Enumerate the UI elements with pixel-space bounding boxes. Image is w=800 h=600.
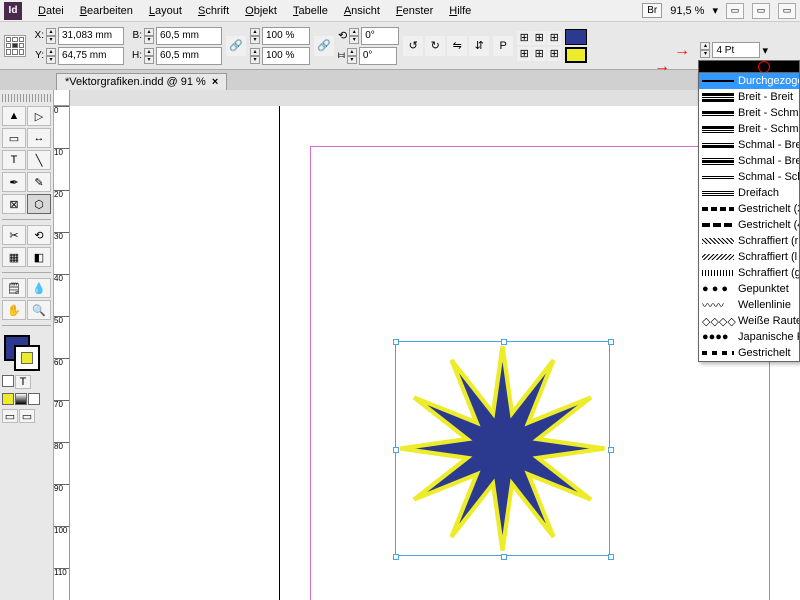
- stroke-style-option[interactable]: ◇◇◇◇Weiße Raute: [699, 313, 799, 329]
- tools-panel: ▲▷ ▭↔ T╲ ✒✎ ⊠⬡ ✂⟲ ▦◧ 🗒💧 ✋🔍 T ▭▭: [0, 90, 54, 600]
- stroke-style-option[interactable]: Schmal - Bre: [699, 153, 799, 169]
- select-container-icon[interactable]: P: [493, 36, 513, 56]
- selection-handle[interactable]: [393, 339, 399, 345]
- preview-icon[interactable]: ▭: [19, 409, 35, 423]
- stroke-style-option[interactable]: Schraffiert (g: [699, 265, 799, 281]
- gradient-swatch-tool[interactable]: ▦: [2, 247, 26, 267]
- selection-tool[interactable]: ▲: [2, 106, 26, 126]
- screen-mode-icon[interactable]: ▭: [752, 3, 770, 19]
- selection-handle[interactable]: [393, 554, 399, 560]
- menu-objekt[interactable]: Objekt: [237, 2, 285, 20]
- menu-datei[interactable]: Datei: [30, 2, 72, 20]
- eyedropper-tool[interactable]: 💧: [27, 278, 51, 298]
- ruler-origin[interactable]: [54, 90, 70, 106]
- normal-view-icon[interactable]: ▭: [2, 409, 18, 423]
- stroke-weight-input[interactable]: [712, 42, 760, 58]
- rotate-cw-icon[interactable]: ↻: [425, 36, 445, 56]
- selection-handle[interactable]: [608, 447, 614, 453]
- flip-v-icon[interactable]: ⇵: [469, 36, 489, 56]
- note-tool[interactable]: 🗒: [2, 278, 26, 298]
- tab-title: *Vektorgrafiken.indd @ 91 %: [65, 76, 206, 88]
- selection-handle[interactable]: [501, 339, 507, 345]
- color-swatches[interactable]: [2, 335, 51, 371]
- page-tool[interactable]: ▭: [2, 128, 26, 148]
- stroke-style-option[interactable]: Breit - Schm: [699, 121, 799, 137]
- scale-x-input[interactable]: [262, 27, 310, 45]
- selection-handle[interactable]: [393, 447, 399, 453]
- gradient-feather-tool[interactable]: ◧: [27, 247, 51, 267]
- menu-schrift[interactable]: Schrift: [190, 2, 237, 20]
- stroke-style-option[interactable]: Gestrichelt (3: [699, 201, 799, 217]
- selection-handle[interactable]: [608, 339, 614, 345]
- rotate-input[interactable]: [361, 27, 399, 45]
- fill-swatch[interactable]: [565, 29, 587, 45]
- pen-tool[interactable]: ✒: [2, 172, 26, 192]
- y-input[interactable]: [58, 47, 124, 65]
- selection-handle[interactable]: [608, 554, 614, 560]
- stroke-style-option[interactable]: Dreifach: [699, 185, 799, 201]
- frame-tool[interactable]: ⊠: [2, 194, 26, 214]
- menu-bar: Id DateiBearbeitenLayoutSchriftObjektTab…: [0, 0, 800, 22]
- arrange-icon[interactable]: ▭: [778, 3, 796, 19]
- menu-ansicht[interactable]: Ansicht: [336, 2, 388, 20]
- align-icon[interactable]: ⊞: [517, 31, 531, 45]
- menu-fenster[interactable]: Fenster: [388, 2, 441, 20]
- dropdown-icon[interactable]: ▾: [762, 44, 768, 57]
- stroke-swatch[interactable]: [565, 47, 587, 63]
- stroke-style-option[interactable]: ● ● ●Gepunktet: [699, 281, 799, 297]
- gap-tool[interactable]: ↔: [27, 128, 51, 148]
- height-input[interactable]: [156, 47, 222, 65]
- type-tool[interactable]: T: [2, 150, 26, 170]
- width-input[interactable]: [156, 27, 222, 45]
- scale-y-input[interactable]: [262, 47, 310, 65]
- close-tab-icon[interactable]: ×: [212, 76, 218, 88]
- rotate-ccw-icon[interactable]: ↺: [403, 36, 423, 56]
- vertical-ruler[interactable]: 0102030405060708090100110120: [54, 106, 70, 600]
- annotation-arrow: →: [674, 42, 690, 60]
- document-tabs: *Vektorgrafiken.indd @ 91 % ×: [0, 70, 800, 90]
- menu-bearbeiten[interactable]: Bearbeiten: [72, 2, 141, 20]
- line-tool[interactable]: ╲: [27, 150, 51, 170]
- menu-hilfe[interactable]: Hilfe: [441, 2, 479, 20]
- annotation-arrow: →: [654, 58, 670, 76]
- dropdown-icon[interactable]: ▾: [712, 4, 718, 17]
- stroke-style-option[interactable]: Schraffiert (r: [699, 233, 799, 249]
- zoom-level[interactable]: 91,5 %: [670, 5, 704, 17]
- stroke-style-option[interactable]: Durchgezoge: [699, 73, 799, 89]
- stroke-style-option[interactable]: 〰〰Wellenlinie: [699, 297, 799, 313]
- constrain-scale-icon[interactable]: 🔗: [314, 36, 334, 56]
- stroke-style-option[interactable]: Gestrichelt: [699, 345, 799, 361]
- bridge-button[interactable]: Br: [642, 3, 662, 18]
- app-logo: Id: [4, 2, 22, 20]
- zoom-tool[interactable]: 🔍: [27, 300, 51, 320]
- stroke-style-option[interactable]: Breit - Breit: [699, 89, 799, 105]
- transform-tool[interactable]: ⟲: [27, 225, 51, 245]
- stroke-style-dropdown[interactable]: DurchgezogeBreit - BreitBreit - SchmBrei…: [698, 72, 800, 362]
- document-tab[interactable]: *Vektorgrafiken.indd @ 91 % ×: [56, 73, 227, 90]
- hand-tool[interactable]: ✋: [2, 300, 26, 320]
- stroke-style-option[interactable]: Breit - Schm: [699, 105, 799, 121]
- stroke-style-option[interactable]: Schraffiert (l: [699, 249, 799, 265]
- stroke-style-option[interactable]: Gestrichelt (4: [699, 217, 799, 233]
- constrain-icon[interactable]: 🔗: [226, 36, 246, 56]
- x-input[interactable]: [58, 27, 124, 45]
- menu-layout[interactable]: Layout: [141, 2, 190, 20]
- menu-tabelle[interactable]: Tabelle: [285, 2, 336, 20]
- canvas[interactable]: [70, 106, 800, 600]
- reference-point[interactable]: [4, 35, 26, 57]
- pencil-tool[interactable]: ✎: [27, 172, 51, 192]
- view-options-icon[interactable]: ▭: [726, 3, 744, 19]
- flip-h-icon[interactable]: ⇋: [447, 36, 467, 56]
- polygon-tool[interactable]: ⬡: [27, 194, 51, 214]
- shear-input[interactable]: [359, 47, 397, 65]
- selection-bounds: [395, 341, 610, 556]
- stroke-style-option[interactable]: Schmal - Sch: [699, 169, 799, 185]
- format-text-icon[interactable]: T: [15, 375, 31, 389]
- stroke-style-option[interactable]: Schmal - Bre: [699, 137, 799, 153]
- scissors-tool[interactable]: ✂: [2, 225, 26, 245]
- selection-handle[interactable]: [501, 554, 507, 560]
- stroke-style-option[interactable]: ●●●●Japanische P: [699, 329, 799, 345]
- direct-selection-tool[interactable]: ▷: [27, 106, 51, 126]
